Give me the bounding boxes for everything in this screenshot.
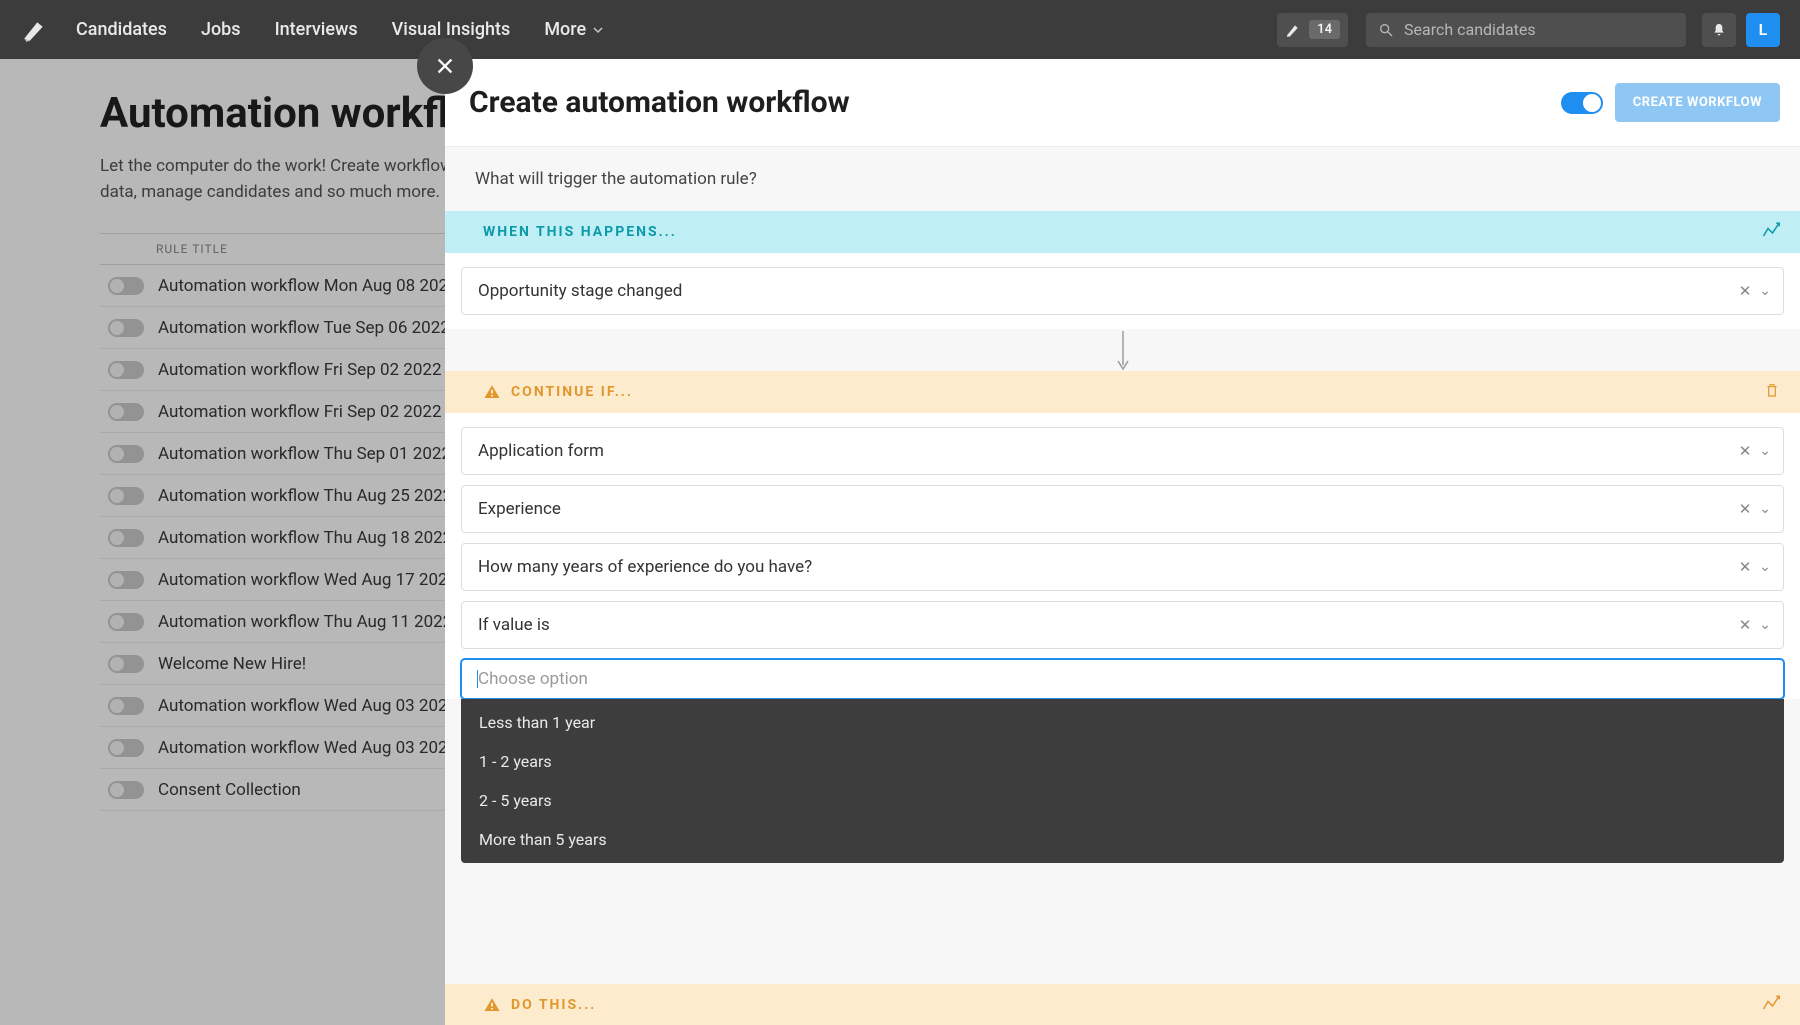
when-section-body: Opportunity stage changed ✕ ⌄ — [445, 253, 1800, 329]
condition-value-select[interactable]: Choose option — [461, 659, 1784, 699]
close-panel-button[interactable] — [417, 38, 473, 94]
do-section-header: DO THIS... — [445, 984, 1800, 1025]
delete-condition-button[interactable] — [1764, 382, 1780, 402]
chevron-down-icon — [592, 24, 604, 36]
nav-jobs[interactable]: Jobs — [201, 19, 241, 40]
nav-interviews[interactable]: Interviews — [275, 19, 358, 40]
clear-icon[interactable]: ✕ — [1739, 282, 1752, 300]
condition-field-select[interactable]: Experience ✕ ⌄ — [461, 485, 1784, 533]
chevron-down-icon: ⌄ — [1759, 559, 1771, 575]
option-1-2-years[interactable]: 1 - 2 years — [461, 742, 1784, 781]
panel-header: Create automation workflow CREATE WORKFL… — [445, 59, 1800, 147]
notifications-button[interactable] — [1702, 13, 1736, 47]
condition-operator-select[interactable]: If value is ✕ ⌄ — [461, 601, 1784, 649]
condition-form-value: Application form — [478, 441, 1739, 461]
logo-icon — [20, 16, 48, 44]
warning-icon — [483, 996, 501, 1014]
user-avatar[interactable]: L — [1746, 13, 1780, 47]
flow-arrow — [445, 329, 1800, 371]
condition-question-select[interactable]: How many years of experience do you have… — [461, 543, 1784, 591]
nav-visual-insights[interactable]: Visual Insights — [392, 19, 511, 40]
panel-title: Create automation workflow — [469, 85, 1561, 120]
when-section-label: WHEN THIS HAPPENS... — [483, 224, 677, 240]
chevron-down-icon: ⌄ — [1759, 283, 1771, 299]
continue-section-label: CONTINUE IF... — [511, 384, 633, 400]
nav-links: Candidates Jobs Interviews Visual Insigh… — [76, 19, 604, 40]
warning-icon — [483, 383, 501, 401]
continue-section-header: CONTINUE IF... — [445, 371, 1800, 413]
close-icon — [434, 55, 456, 77]
when-section-header: WHEN THIS HAPPENS... — [445, 211, 1800, 253]
trigger-question: What will trigger the automation rule? — [445, 147, 1800, 211]
search-box[interactable] — [1366, 13, 1686, 47]
create-workflow-panel: Create automation workflow CREATE WORKFL… — [445, 59, 1800, 1025]
condition-field-value: Experience — [478, 499, 1739, 519]
workflow-enabled-toggle[interactable] — [1561, 92, 1603, 114]
continue-section-body: Application form ✕ ⌄ Experience ✕ ⌄ How … — [445, 413, 1800, 699]
condition-operator-value: If value is — [478, 615, 1739, 635]
nav-more-label: More — [544, 19, 586, 40]
trigger-select[interactable]: Opportunity stage changed ✕ ⌄ — [461, 267, 1784, 315]
dropdown-menu: Less than 1 year 1 - 2 years 2 - 5 years… — [461, 699, 1784, 863]
bell-icon — [1711, 22, 1727, 38]
search-input[interactable] — [1404, 20, 1674, 39]
nav-candidates[interactable]: Candidates — [76, 19, 167, 40]
condition-value-placeholder: Choose option — [478, 669, 1771, 689]
chevron-down-icon: ⌄ — [1759, 617, 1771, 633]
do-section-label: DO THIS... — [511, 997, 596, 1013]
option-less-than-1-year[interactable]: Less than 1 year — [461, 703, 1784, 742]
do-section-icon — [1762, 994, 1780, 1016]
chevron-down-icon: ⌄ — [1759, 501, 1771, 517]
create-workflow-button[interactable]: CREATE WORKFLOW — [1615, 83, 1780, 122]
search-icon — [1378, 22, 1394, 38]
condition-value-dropdown: Choose option Less than 1 year 1 - 2 yea… — [461, 659, 1784, 699]
option-2-5-years[interactable]: 2 - 5 years — [461, 781, 1784, 820]
edit-count: 14 — [1309, 20, 1340, 39]
trigger-select-value: Opportunity stage changed — [478, 281, 1739, 301]
nav-more[interactable]: More — [544, 19, 604, 40]
top-nav: Candidates Jobs Interviews Visual Insigh… — [0, 0, 1800, 59]
clear-icon[interactable]: ✕ — [1739, 442, 1752, 460]
option-more-than-5-years[interactable]: More than 5 years — [461, 820, 1784, 859]
clear-icon[interactable]: ✕ — [1739, 616, 1752, 634]
panel-body: What will trigger the automation rule? W… — [445, 147, 1800, 1025]
condition-question-value: How many years of experience do you have… — [478, 557, 1739, 577]
edit-count-badge[interactable]: 14 — [1277, 13, 1348, 47]
when-section-icon — [1762, 221, 1780, 243]
condition-form-select[interactable]: Application form ✕ ⌄ — [461, 427, 1784, 475]
clear-icon[interactable]: ✕ — [1739, 558, 1752, 576]
chevron-down-icon: ⌄ — [1759, 443, 1771, 459]
clear-icon[interactable]: ✕ — [1739, 500, 1752, 518]
pencil-icon — [1285, 22, 1301, 38]
